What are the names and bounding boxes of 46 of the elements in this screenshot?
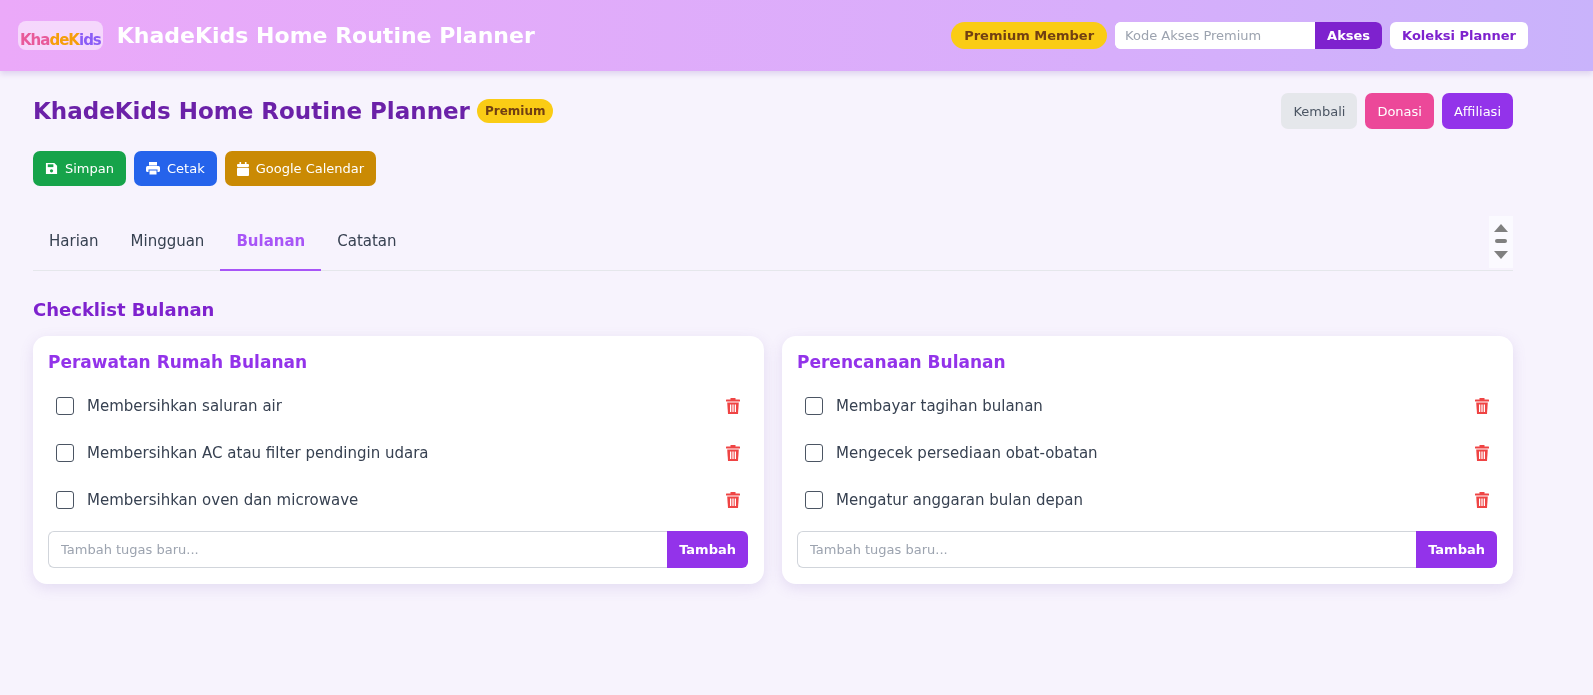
trash-icon[interactable]	[1475, 444, 1489, 461]
card-title: Perawatan Rumah Bulanan	[48, 352, 309, 372]
nav-button[interactable]: Donasi	[1365, 93, 1434, 129]
trash-icon[interactable]	[726, 444, 740, 461]
task-label: Membersihkan saluran air	[87, 396, 283, 415]
tab[interactable]: Catatan	[321, 213, 413, 271]
page-title: KhadeKids Home Routine Planner	[33, 98, 470, 124]
new-task-field[interactable]: Tambah tugas baru...	[48, 531, 668, 568]
checkbox[interactable]	[805, 443, 823, 462]
task-label: Membersihkan oven dan microwave	[87, 490, 360, 509]
checkbox[interactable]	[56, 490, 74, 509]
tab[interactable]: Bulanan	[220, 213, 322, 271]
nav-button[interactable]: Affiliasi	[1441, 93, 1513, 129]
checkbox[interactable]	[805, 396, 823, 415]
trash-icon[interactable]	[1475, 491, 1489, 508]
trash-icon[interactable]	[726, 491, 740, 508]
checkbox[interactable]	[805, 490, 823, 509]
add-button[interactable]: Tambah	[1416, 531, 1497, 568]
section-title: Checklist Bulanan	[33, 299, 216, 320]
task-label: Membayar tagihan bulanan	[836, 396, 1044, 415]
trash-icon[interactable]	[726, 397, 740, 414]
trash-icon[interactable]	[1475, 397, 1489, 414]
member-badge: Premium Member	[951, 22, 1108, 49]
printer-icon	[146, 162, 160, 175]
app-title: KhadeKids Home Routine Planner	[116, 23, 536, 48]
task-label: Mengecek persediaan obat-obatan	[836, 443, 1099, 462]
tab-scroll-drawing[interactable]	[1489, 215, 1513, 268]
premium-badge: Premium	[476, 99, 554, 123]
action-button[interactable]: Cetak	[134, 151, 217, 186]
new-task-field[interactable]: Tambah tugas baru...	[797, 531, 1417, 568]
add-button[interactable]: Tambah	[667, 531, 748, 568]
access-button[interactable]: Akses	[1315, 22, 1383, 49]
calendar-icon	[236, 161, 249, 176]
tab[interactable]: Harian	[33, 213, 115, 271]
action-button[interactable]: Simpan	[33, 151, 126, 186]
task-label: Mengatur anggaran bulan depan	[836, 490, 1084, 509]
task-label: Membersihkan AC atau filter pendingin udara	[87, 443, 430, 462]
action-button[interactable]: Google Calendar	[224, 151, 377, 186]
access-code-field[interactable]: Kode Akses Premium Akses	[1115, 22, 1383, 49]
collection-button[interactable]: Koleksi Planner	[1390, 22, 1528, 49]
checkbox[interactable]	[56, 396, 74, 415]
card-title: Perencanaan Bulanan	[797, 352, 1007, 372]
logo: KhadeKids	[18, 21, 103, 50]
tab[interactable]: Mingguan	[114, 213, 221, 271]
checkbox[interactable]	[56, 443, 74, 462]
nav-button[interactable]: Kembali	[1281, 93, 1358, 129]
